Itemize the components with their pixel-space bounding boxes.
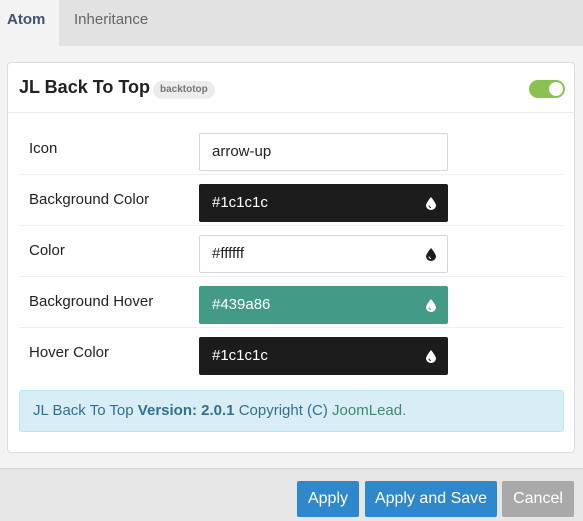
color-picker[interactable]: #ffffff: [199, 235, 448, 273]
field-label: Color: [29, 242, 65, 259]
toggle-knob: [549, 82, 563, 96]
field-row-background-color: Background Color #1c1c1c: [19, 175, 564, 226]
card-title: JL Back To Top: [19, 77, 151, 97]
tab-inheritance[interactable]: Inheritance: [59, 0, 162, 46]
atom-settings-card: JL Back To Top backtotop Icon arrow-up B…: [7, 62, 575, 453]
eyedropper-icon: [426, 350, 436, 363]
version-info-alert: JL Back To Top Version: 2.0.1 Copyright …: [19, 390, 564, 432]
apply-button[interactable]: Apply: [297, 481, 359, 517]
tab-bar: Atom Inheritance: [0, 0, 583, 46]
info-copyright: Copyright (C): [238, 402, 328, 419]
background-hover-picker[interactable]: #439a86: [199, 286, 448, 324]
background-color-picker[interactable]: #1c1c1c: [199, 184, 448, 222]
joomlead-link[interactable]: JoomLead.: [332, 402, 406, 419]
footer-actions: Apply Apply and Save Cancel: [0, 468, 583, 521]
field-label: Hover Color: [29, 344, 110, 361]
cancel-button[interactable]: Cancel: [502, 481, 574, 517]
color-value: #1c1c1c: [212, 194, 268, 211]
field-label: Background Color: [29, 191, 150, 208]
tab-atom[interactable]: Atom: [0, 0, 59, 46]
info-version: Version: 2.0.1: [137, 402, 235, 419]
color-value: #ffffff: [212, 245, 244, 262]
field-row-hover-color: Hover Color #1c1c1c: [19, 328, 564, 379]
field-row-color: Color #ffffff: [19, 226, 564, 277]
eyedropper-icon: [426, 299, 436, 312]
color-value: #1c1c1c: [212, 347, 268, 364]
eyedropper-icon: [426, 197, 436, 210]
hover-color-picker[interactable]: #1c1c1c: [199, 337, 448, 375]
field-label: Background Hover: [29, 293, 154, 310]
atom-id-badge: backtotop: [153, 81, 215, 99]
enable-toggle[interactable]: [529, 80, 565, 98]
field-row-icon: Icon arrow-up: [19, 124, 564, 175]
card-header: JL Back To Top backtotop: [8, 63, 574, 113]
field-row-background-hover: Background Hover #439a86: [19, 277, 564, 328]
icon-input[interactable]: arrow-up: [199, 133, 448, 171]
info-name: JL Back To Top: [33, 402, 134, 419]
eyedropper-icon: [426, 248, 436, 261]
color-value: #439a86: [212, 296, 271, 313]
apply-and-save-button[interactable]: Apply and Save: [365, 481, 497, 517]
field-label: Icon: [29, 140, 58, 157]
